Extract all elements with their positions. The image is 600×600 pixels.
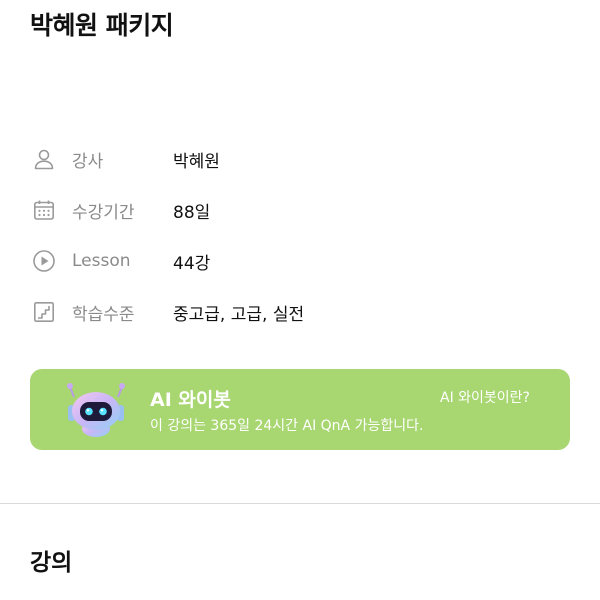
- info-label-instructor: 강사: [72, 151, 104, 172]
- ai-bot-card: AI 와이봇 이 강의는 365일 24시간 AI QnA 가능합니다. AI …: [30, 369, 570, 450]
- section-divider: [0, 503, 600, 504]
- info-row-level: 학습수준 중고급, 고급, 실전: [30, 297, 304, 327]
- info-label-lessons: Lesson: [72, 251, 131, 271]
- ai-bot-info-link[interactable]: AI 와이봇이란?: [440, 387, 530, 407]
- info-value-level: 중고급, 고급, 실전: [173, 304, 305, 325]
- info-row-instructor: 강사 박혜원: [30, 144, 220, 174]
- section-title-lectures: 강의: [30, 550, 73, 576]
- calendar-icon: [30, 196, 58, 224]
- info-row-period: 수강기간 88일: [30, 195, 210, 225]
- robot-icon: [64, 381, 128, 439]
- info-value-lessons: 44강: [173, 253, 211, 274]
- info-row-lessons: Lesson 44강: [30, 246, 210, 276]
- info-label-level: 학습수준: [72, 304, 135, 325]
- ai-bot-title: AI 와이봇: [150, 389, 231, 411]
- play-circle-icon: [30, 247, 58, 275]
- person-icon: [30, 145, 58, 173]
- page-title: 박혜원 패키지: [30, 11, 174, 40]
- info-value-instructor: 박혜원: [173, 151, 220, 172]
- stairs-icon: [30, 298, 58, 326]
- info-label-period: 수강기간: [72, 202, 135, 223]
- package-detail-page: 박혜원 패키지 강사 박혜원 수강기간 88일 Lesson 44강 학습수준 …: [0, 0, 600, 600]
- ai-bot-description: 이 강의는 365일 24시간 AI QnA 가능합니다.: [150, 418, 424, 434]
- info-value-period: 88일: [173, 202, 211, 223]
